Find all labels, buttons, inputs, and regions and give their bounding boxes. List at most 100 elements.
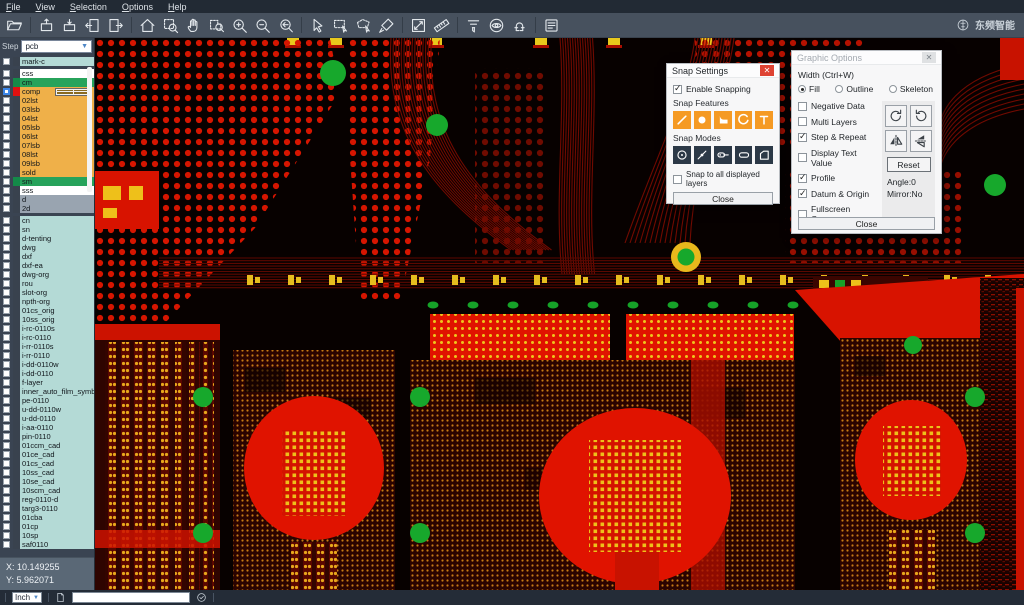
layer-visibility-checkbox[interactable]	[0, 216, 13, 225]
layer-visibility-checkbox[interactable]	[0, 261, 13, 270]
layer-visibility-checkbox[interactable]	[0, 150, 13, 159]
layer-row-05lsb[interactable]: 05lsb	[0, 123, 94, 132]
layer-visibility-checkbox[interactable]	[0, 159, 13, 168]
layer-visibility-checkbox[interactable]	[0, 441, 13, 450]
layer-row-01ccm_cad[interactable]: 01ccm_cad	[0, 441, 94, 450]
select-rectangle-icon[interactable]	[329, 15, 352, 36]
load-page-icon[interactable]	[81, 15, 104, 36]
layer-visibility-checkbox[interactable]	[0, 96, 13, 105]
layer-row-i-rc-0110s[interactable]: i-rc-0110s	[0, 324, 94, 333]
layer-visibility-checkbox[interactable]	[0, 87, 13, 96]
layer-visibility-checkbox[interactable]	[0, 252, 13, 261]
layer-row-01cs_orig[interactable]: 01cs_orig	[0, 306, 94, 315]
layer-visibility-checkbox[interactable]	[0, 450, 13, 459]
layer-visibility-checkbox[interactable]	[0, 360, 13, 369]
notes-panel-icon[interactable]	[540, 15, 563, 36]
layer-visibility-checkbox[interactable]	[0, 288, 13, 297]
layer-row-01cba[interactable]: 01cba	[0, 513, 94, 522]
layer-visibility-checkbox[interactable]	[0, 204, 13, 213]
layer-row-dxf-ea[interactable]: dxf-ea	[0, 261, 94, 270]
rotate-cw-icon[interactable]	[885, 105, 907, 127]
filter-icon[interactable]	[462, 15, 485, 36]
layer-visibility-checkbox[interactable]	[0, 177, 13, 186]
snap-magnet-icon[interactable]	[508, 15, 531, 36]
step-select[interactable]: pcb ▼	[21, 40, 92, 53]
zoom-in-icon[interactable]	[228, 15, 251, 36]
layer-visibility-checkbox[interactable]	[0, 168, 13, 177]
layer-row-01cp[interactable]: 01cp	[0, 522, 94, 531]
view-options-icon[interactable]	[485, 15, 508, 36]
layer-row-cn[interactable]: cn	[0, 216, 94, 225]
layer-row-06lst[interactable]: 06lst	[0, 132, 94, 141]
center-snap-icon[interactable]	[673, 146, 691, 164]
layer-visibility-checkbox[interactable]	[0, 225, 13, 234]
layer-row-slot-org[interactable]: slot-org	[0, 288, 94, 297]
layer-row-mark-c[interactable]: mark-c	[0, 57, 94, 66]
home-view-icon[interactable]	[136, 15, 159, 36]
line-snap-icon[interactable]	[673, 111, 691, 129]
layer-visibility-checkbox[interactable]	[0, 468, 13, 477]
layer-visibility-checkbox[interactable]	[0, 57, 13, 66]
radio-skeleton[interactable]: Skeleton	[889, 84, 933, 94]
save-page-icon[interactable]	[104, 15, 127, 36]
menu-options[interactable]: Options	[122, 2, 153, 12]
snap-close-button[interactable]: Close	[673, 192, 773, 205]
pad-snap-icon[interactable]	[694, 111, 712, 129]
layer-visibility-checkbox[interactable]	[0, 132, 13, 141]
reset-button[interactable]: Reset	[887, 157, 931, 172]
layer-visibility-checkbox[interactable]	[0, 369, 13, 378]
menu-help[interactable]: Help	[168, 2, 187, 12]
new-page-icon[interactable]	[55, 592, 66, 603]
graphic-close-button[interactable]: Close	[798, 217, 935, 230]
zoom-window-icon[interactable]	[159, 15, 182, 36]
zoom-previous-icon[interactable]	[274, 15, 297, 36]
layer-visibility-checkbox[interactable]	[0, 234, 13, 243]
layer-row-pe-0110[interactable]: pe-0110	[0, 396, 94, 405]
layer-visibility-checkbox[interactable]	[0, 297, 13, 306]
layer-row-comp[interactable]: comp	[0, 87, 94, 96]
close-icon[interactable]: ✕	[760, 65, 774, 76]
layer-visibility-checkbox[interactable]	[0, 459, 13, 468]
unit-select[interactable]: Inch ▼	[12, 592, 42, 603]
checkbox-profile[interactable]: Profile	[798, 173, 878, 183]
layer-row-reg-0110-d[interactable]: reg-0110-d	[0, 495, 94, 504]
layer-row-04lst[interactable]: 04lst	[0, 114, 94, 123]
command-input[interactable]	[72, 592, 190, 603]
layer-row-saf0110[interactable]: saf0110	[0, 540, 94, 549]
select-pointer-icon[interactable]	[306, 15, 329, 36]
layer-visibility-checkbox[interactable]	[0, 495, 13, 504]
radio-outline[interactable]: Outline	[835, 84, 873, 94]
layer-row-d-tenting[interactable]: d-tenting	[0, 234, 94, 243]
enable-snapping-checkbox[interactable]: Enable Snapping	[673, 84, 773, 94]
arc-snap-icon[interactable]	[735, 111, 753, 129]
layer-visibility-checkbox[interactable]	[0, 186, 13, 195]
layer-visibility-checkbox[interactable]	[0, 414, 13, 423]
layer-row-01cs_cad[interactable]: 01cs_cad	[0, 459, 94, 468]
flip-vertical-icon[interactable]	[910, 130, 932, 152]
radio-fill[interactable]: Fill	[798, 84, 820, 94]
snap-all-layers-checkbox[interactable]: Snap to all displayed layers	[673, 170, 773, 188]
layer-row-dwg-org[interactable]: dwg-org	[0, 270, 94, 279]
layer-visibility-checkbox[interactable]	[0, 195, 13, 204]
layer-row-sold[interactable]: sold	[0, 168, 94, 177]
layer-row-pin-0110[interactable]: pin-0110	[0, 432, 94, 441]
zoom-polygon-icon[interactable]	[205, 15, 228, 36]
layer-row-i-rr-0110[interactable]: i-rr-0110	[0, 351, 94, 360]
layer-row-sss[interactable]: sss	[0, 186, 94, 195]
layer-visibility-checkbox[interactable]	[0, 486, 13, 495]
layer-visibility-checkbox[interactable]	[0, 432, 13, 441]
slot-snap-icon[interactable]	[735, 146, 753, 164]
layer-row-i-rc-0110[interactable]: i-rc-0110	[0, 333, 94, 342]
layer-row-i-aa-0110[interactable]: i-aa-0110	[0, 423, 94, 432]
layer-visibility-checkbox[interactable]	[0, 396, 13, 405]
checkbox-negative-data[interactable]: Negative Data	[798, 101, 878, 111]
menu-view[interactable]: View	[36, 2, 55, 12]
ruler-icon[interactable]	[430, 15, 453, 36]
zoom-out-icon[interactable]	[251, 15, 274, 36]
layer-row-03lsb[interactable]: 03lsb	[0, 105, 94, 114]
layer-visibility-checkbox[interactable]	[0, 306, 13, 315]
layer-row-cm[interactable]: cm	[0, 78, 94, 87]
surface-snap-icon[interactable]	[714, 111, 732, 129]
close-icon[interactable]: ✕	[922, 52, 936, 63]
layer-row-10se_cad[interactable]: 10se_cad	[0, 477, 94, 486]
